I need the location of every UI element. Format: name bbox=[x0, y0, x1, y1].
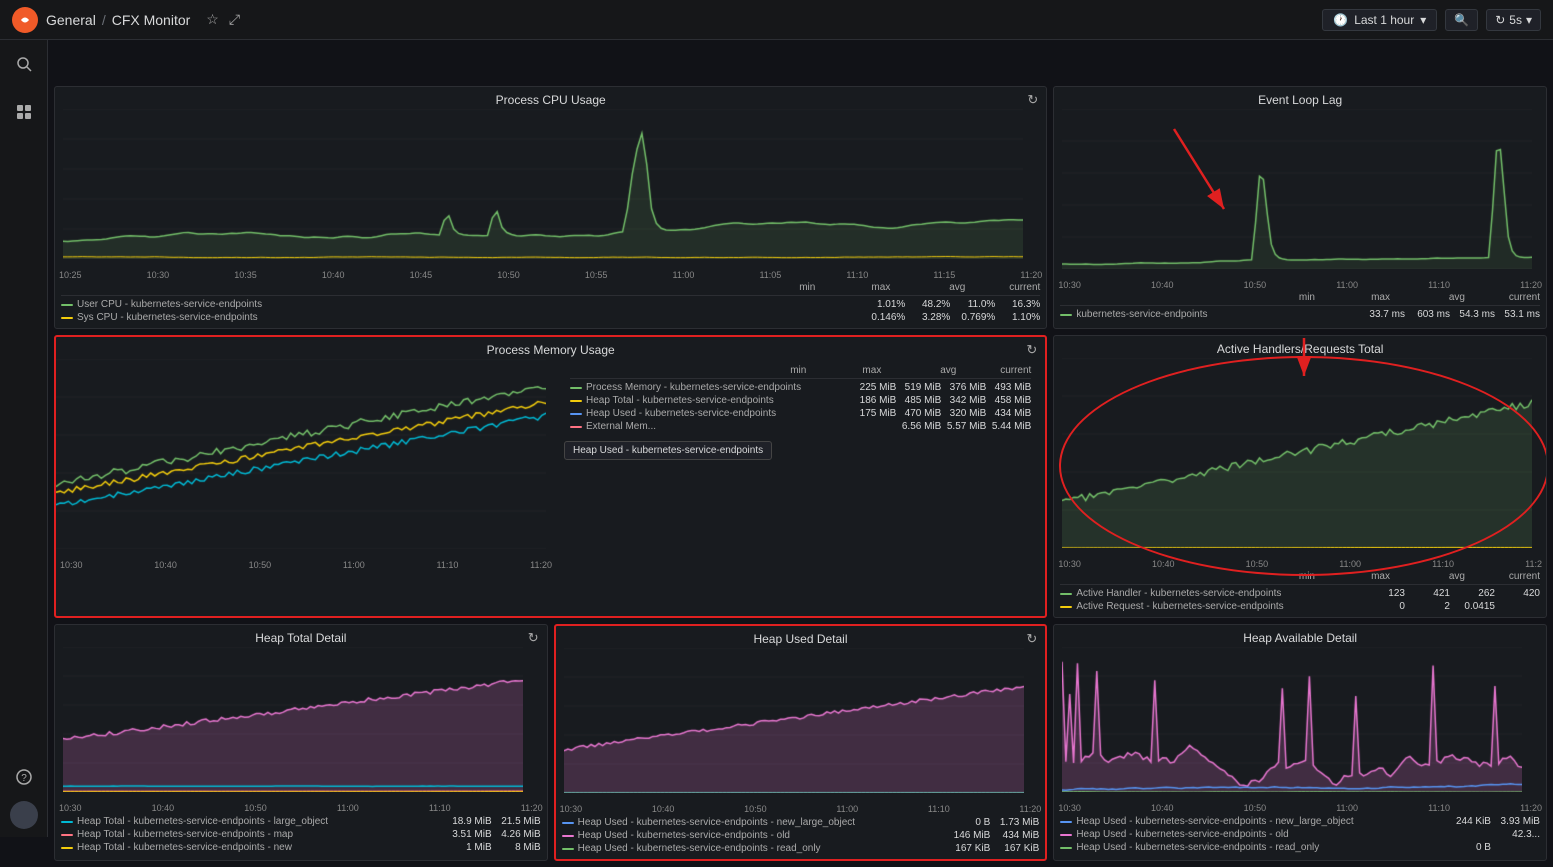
mem-legend-row-1: Heap Total - kubernetes-service-endpoint… bbox=[570, 394, 1031, 407]
avatar[interactable] bbox=[10, 801, 38, 829]
svg-text:?: ? bbox=[21, 773, 27, 784]
panel-event-loop-title: Event Loop Lag bbox=[1054, 87, 1546, 109]
refresh-icon: ↻ bbox=[1495, 13, 1505, 27]
handlers-legend-row-1: Active Request - kubernetes-service-endp… bbox=[1060, 600, 1540, 613]
heap-used-legend-row-2: Heap Used - kubernetes-service-endpoints… bbox=[562, 842, 1040, 855]
event-loop-legend-header: minmaxavgcurrent bbox=[1060, 292, 1540, 306]
panel-memory-refresh[interactable]: ↻ bbox=[1026, 342, 1037, 358]
cpu-series-0-color bbox=[61, 304, 73, 306]
cpu-series-0-label: User CPU - kubernetes-service-endpoints bbox=[77, 299, 856, 310]
star-icon[interactable]: ☆ bbox=[206, 11, 219, 28]
panel-heap-total: Heap Total Detail ↻ 10:3010:4010:5011:00… bbox=[54, 624, 548, 861]
panel-heap-used-refresh[interactable]: ↻ bbox=[1026, 631, 1037, 647]
heap-avail-legend-row-1: Heap Used - kubernetes-service-endpoints… bbox=[1060, 828, 1540, 841]
memory-tooltip: Heap Used - kubernetes-service-endpoints bbox=[564, 441, 772, 460]
cpu-series-1-vals: 0.146% 3.28% 0.769% 1.10% bbox=[860, 312, 1040, 323]
cpu-series-1-color bbox=[61, 317, 73, 319]
panel-heap-total-refresh[interactable]: ↻ bbox=[528, 630, 539, 646]
mem-series-0-color bbox=[570, 387, 582, 389]
cpu-legend-header: minmaxavgcurrent bbox=[61, 282, 1040, 296]
breadcrumb-parent[interactable]: General bbox=[46, 12, 96, 28]
clock-icon: 🕐 bbox=[1333, 13, 1348, 27]
topnav-icons: ☆ ⤢ bbox=[206, 11, 240, 28]
heap-used-legend-row-0: Heap Used - kubernetes-service-endpoints… bbox=[562, 816, 1040, 829]
sidebar-search[interactable] bbox=[8, 48, 40, 80]
heap-total-legend-row-0: Heap Total - kubernetes-service-endpoint… bbox=[61, 815, 541, 828]
panel-cpu-refresh[interactable]: ↻ bbox=[1027, 92, 1038, 108]
panel-heap-available-title: Heap Available Detail bbox=[1054, 625, 1546, 647]
heap-avail-legend-row-2: Heap Used - kubernetes-service-endpoints… bbox=[1060, 841, 1540, 854]
cpu-legend-row-1: Sys CPU - kubernetes-service-endpoints 0… bbox=[61, 311, 1040, 324]
cpu-xaxis: 10:2510:3010:3510:40 10:4510:5010:5511:0… bbox=[55, 269, 1046, 280]
panel-memory-title: Process Memory Usage bbox=[56, 337, 1045, 359]
panel-cpu-title: Process CPU Usage bbox=[55, 87, 1046, 109]
breadcrumb-current: CFX Monitor bbox=[112, 12, 191, 28]
sidebar-dashboards[interactable] bbox=[8, 96, 40, 128]
event-loop-series-0-label: kubernetes-service-endpoints bbox=[1076, 309, 1356, 320]
cpu-series-1-label: Sys CPU - kubernetes-service-endpoints bbox=[77, 312, 856, 323]
event-loop-legend: minmaxavgcurrent kubernetes-service-endp… bbox=[1054, 290, 1546, 325]
cpu-series-0-vals: 1.01% 48.2% 11.0% 16.3% bbox=[860, 299, 1040, 310]
sidebar: ? bbox=[0, 40, 48, 837]
heap-total-xaxis: 10:3010:4010:5011:0011:1011:20 bbox=[55, 802, 547, 813]
chevron-down-icon: ▾ bbox=[1420, 13, 1426, 27]
heap-avail-xaxis: 10:3010:4010:5011:0011:1011:20 bbox=[1054, 802, 1546, 813]
topnav: General / CFX Monitor ☆ ⤢ 🕐 Last 1 hour … bbox=[0, 0, 1553, 40]
breadcrumb-separator: / bbox=[102, 12, 106, 28]
handlers-xaxis: 10:3010:4010:5011:0011:1011:2 bbox=[1054, 558, 1546, 569]
event-loop-series-0-vals: 33.7 ms 603 ms 54.3 ms 53.1 ms bbox=[1360, 309, 1540, 320]
mem-legend-row-2: Heap Used - kubernetes-service-endpoints… bbox=[570, 407, 1031, 420]
zoom-icon: 🔍 bbox=[1454, 13, 1469, 27]
cpu-legend: minmaxavgcurrent User CPU - kubernetes-s… bbox=[55, 280, 1046, 328]
heap-avail-legend: Heap Used - kubernetes-service-endpoints… bbox=[1054, 813, 1546, 858]
heap-used-xaxis: 10:3010:4010:5011:0011:1011:20 bbox=[556, 803, 1046, 814]
panel-heap-used-title: Heap Used Detail bbox=[556, 626, 1046, 648]
panel-event-loop: Event Loop Lag 10:3010:4010:5011:0011:10… bbox=[1053, 86, 1547, 329]
panel-heap-total-title: Heap Total Detail bbox=[55, 625, 547, 647]
handlers-legend: minmaxavgcurrent Active Handler - kubern… bbox=[1054, 569, 1546, 617]
memory-xaxis: 10:3010:4010:5011:0011:1011:20 bbox=[56, 559, 556, 570]
event-loop-series-0-color bbox=[1060, 314, 1072, 316]
panel-cpu: Process CPU Usage ↻ 10:2510:3010:3510:40… bbox=[54, 86, 1047, 329]
time-range-picker[interactable]: 🕐 Last 1 hour ▾ bbox=[1322, 9, 1437, 31]
event-loop-xaxis: 10:3010:4010:5011:0011:1011:20 bbox=[1054, 279, 1546, 290]
cpu-legend-row-0: User CPU - kubernetes-service-endpoints … bbox=[61, 298, 1040, 311]
panel-memory: Process Memory Usage ↻ minmaxavgcurrent … bbox=[54, 335, 1047, 618]
panel-heap-available: Heap Available Detail 10:3010:4010:5011:… bbox=[1053, 624, 1547, 861]
refresh-interval: 5s bbox=[1509, 13, 1522, 27]
event-loop-legend-row-0: kubernetes-service-endpoints 33.7 ms 603… bbox=[1060, 308, 1540, 321]
logo bbox=[12, 7, 38, 33]
heap-total-legend: Heap Total - kubernetes-service-endpoint… bbox=[55, 813, 547, 858]
share-icon[interactable]: ⤢ bbox=[229, 11, 240, 28]
heap-total-legend-row-2: Heap Total - kubernetes-service-endpoint… bbox=[61, 841, 541, 854]
active-handlers-arrow bbox=[1274, 336, 1334, 386]
sidebar-help[interactable]: ? bbox=[8, 761, 40, 793]
heap-used-legend-row-1: Heap Used - kubernetes-service-endpoints… bbox=[562, 829, 1040, 842]
panel-heap-used: Heap Used Detail ↻ 10:3010:4010:5011:001… bbox=[554, 624, 1048, 861]
sidebar-bottom: ? bbox=[8, 761, 40, 829]
heap-total-legend-row-1: Heap Total - kubernetes-service-endpoint… bbox=[61, 828, 541, 841]
time-range-label: Last 1 hour bbox=[1354, 13, 1414, 27]
memory-legend: minmaxavgcurrent Process Memory - kubern… bbox=[564, 363, 1037, 437]
chevron-down-icon-refresh: ▾ bbox=[1526, 13, 1532, 27]
handlers-legend-row-0: Active Handler - kubernetes-service-endp… bbox=[1060, 587, 1540, 600]
mem-legend-row-0: Process Memory - kubernetes-service-endp… bbox=[570, 381, 1031, 394]
refresh-button[interactable]: ↻ 5s ▾ bbox=[1486, 9, 1541, 31]
zoom-button[interactable]: 🔍 bbox=[1445, 9, 1478, 31]
memory-legend-header: minmaxavgcurrent bbox=[570, 365, 1031, 379]
panel-active-handlers: Active Handlers/Requests Total 10:3010:4… bbox=[1053, 335, 1547, 618]
red-arrow-annotation bbox=[1114, 119, 1314, 239]
breadcrumb: General / CFX Monitor bbox=[46, 12, 190, 28]
heap-avail-legend-row-0: Heap Used - kubernetes-service-endpoints… bbox=[1060, 815, 1540, 828]
handlers-legend-header: minmaxavgcurrent bbox=[1060, 571, 1540, 585]
dashboard-grid: Process CPU Usage ↻ 10:2510:3010:3510:40… bbox=[48, 80, 1553, 867]
topnav-right: 🕐 Last 1 hour ▾ 🔍 ↻ 5s ▾ bbox=[1322, 9, 1541, 31]
mem-legend-row-3: External Mem... 6.56 MiB5.57 MiB5.44 MiB bbox=[570, 420, 1031, 433]
